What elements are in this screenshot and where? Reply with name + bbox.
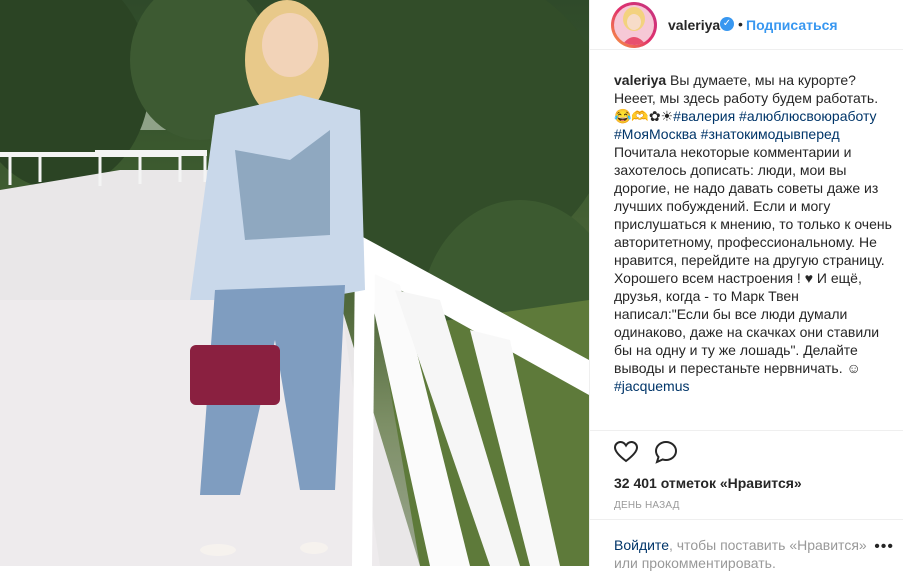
post-caption: valeriya Вы думаете, мы на курорте? Неее… — [614, 71, 892, 395]
follow-button[interactable]: Подписаться — [746, 17, 838, 33]
caption-username[interactable]: valeriya — [614, 72, 666, 88]
likes-count[interactable]: 32 401 отметок «Нравится» — [614, 475, 802, 491]
login-link[interactable]: Войдите — [614, 537, 669, 553]
separator-dot: • — [738, 16, 743, 32]
post-photo[interactable] — [0, 0, 589, 566]
caption-text-body: Почитала некоторые комментарии и захотел… — [614, 144, 892, 376]
avatar-image — [614, 5, 654, 45]
avatar[interactable] — [611, 2, 657, 48]
post-header: valeriya ✓ • Подписаться — [590, 0, 903, 50]
login-prompt: Войдите, чтобы поставить «Нравится» или … — [590, 519, 903, 571]
photo-illustration — [0, 0, 589, 566]
more-options-icon[interactable]: ••• — [874, 538, 894, 556]
caption-hashtag-jacquemus[interactable]: #jacquemus — [614, 378, 690, 394]
comment-icon[interactable] — [654, 440, 678, 469]
verified-badge-icon: ✓ — [720, 17, 734, 31]
login-text: Войдите, чтобы поставить «Нравится» или … — [614, 536, 874, 572]
post-side-panel: valeriya ✓ • Подписаться valeriya Вы дум… — [589, 0, 903, 571]
post-timestamp[interactable]: ДЕНЬ НАЗАД — [614, 500, 680, 511]
header-username[interactable]: valeriya — [668, 17, 720, 33]
post-actions: 32 401 отметок «Нравится» ДЕНЬ НАЗАД — [590, 430, 903, 530]
heart-icon[interactable] — [613, 440, 639, 468]
